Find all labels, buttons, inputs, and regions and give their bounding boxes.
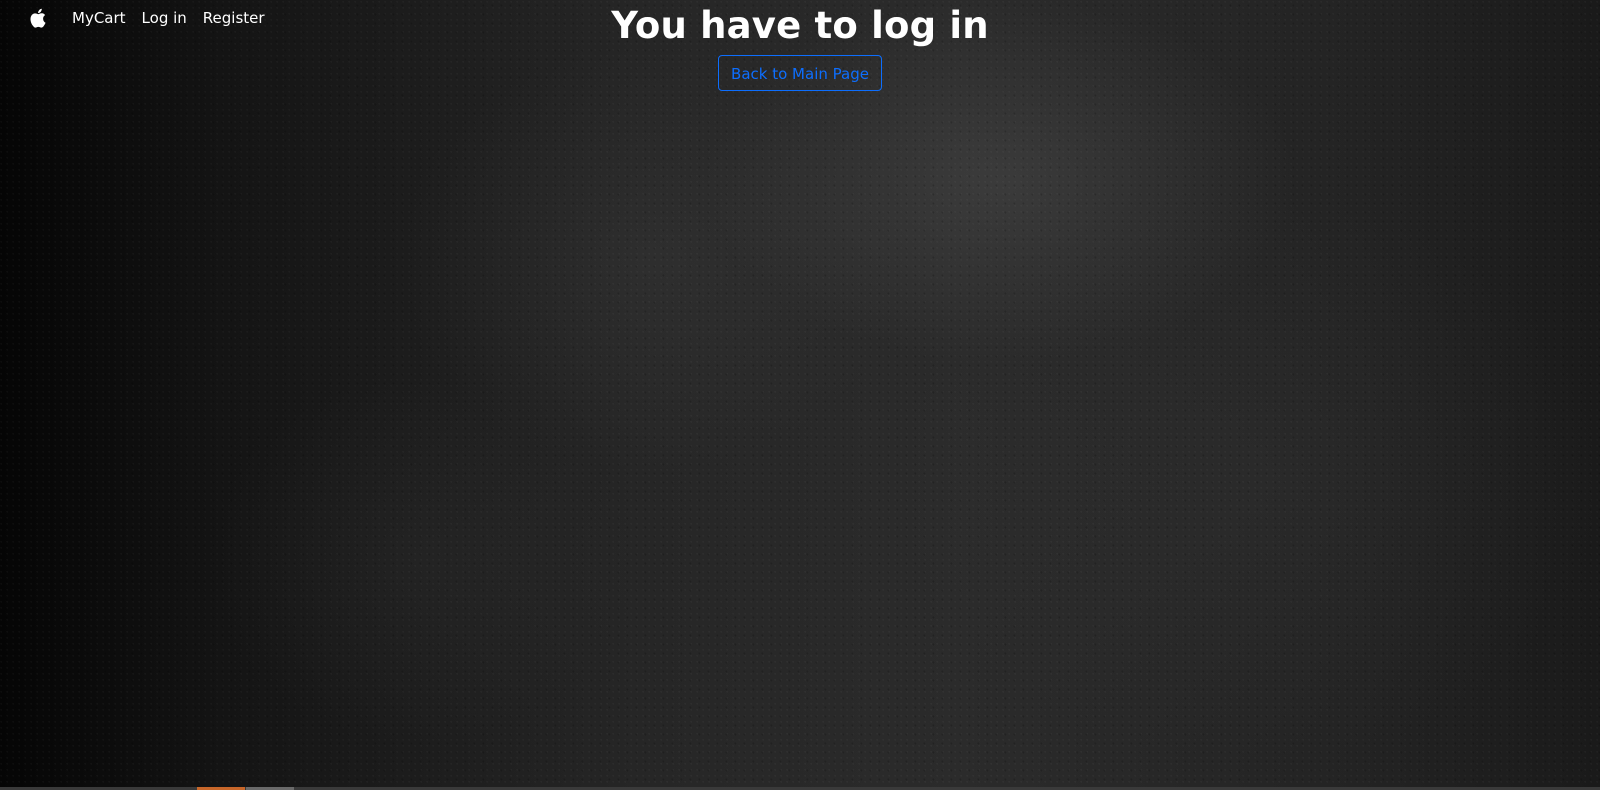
main-content: You have to log in Back to Main Page xyxy=(0,0,1600,91)
background-texture xyxy=(0,0,1600,790)
back-to-main-page-button[interactable]: Back to Main Page xyxy=(718,55,882,91)
page-title: You have to log in xyxy=(611,4,989,47)
